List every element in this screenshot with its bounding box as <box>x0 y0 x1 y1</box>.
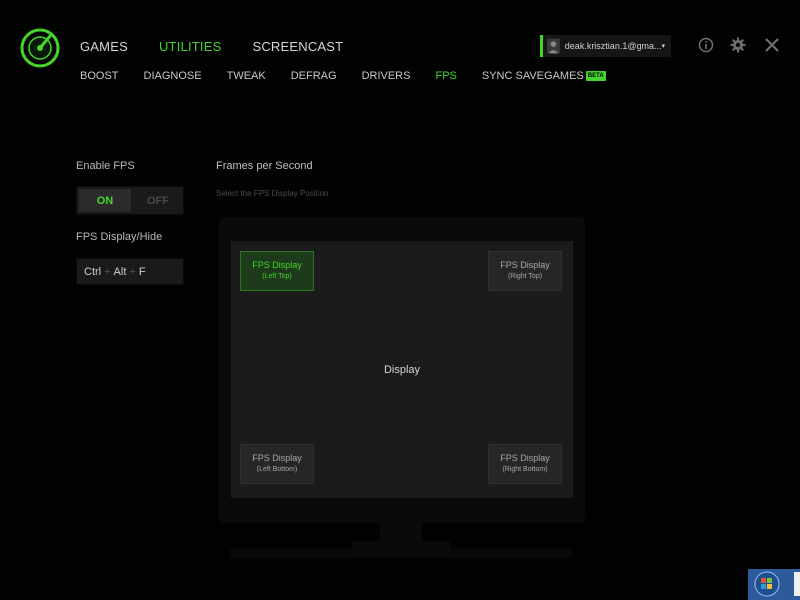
position-title: FPS Display <box>500 453 550 463</box>
hotkey-key-alt: Alt <box>113 265 127 278</box>
account-dropdown[interactable]: deak.krisztian.1@gma... ▾ <box>540 35 671 57</box>
fps-position-left-bottom[interactable]: FPS Display (Left Bottom) <box>240 444 314 484</box>
enable-fps-toggle[interactable]: ON OFF <box>76 186 184 215</box>
enable-fps-label: Enable FPS <box>76 160 135 172</box>
subnav-tweak[interactable]: TWEAK <box>227 70 266 82</box>
fps-panel-title: Frames per Second <box>216 160 313 172</box>
hotkey-separator: + <box>129 265 136 278</box>
subnav-drivers[interactable]: DRIVERS <box>362 70 411 82</box>
info-icon[interactable] <box>698 37 714 53</box>
position-subtitle: (Left Top) <box>262 273 292 280</box>
nav-games[interactable]: GAMES <box>80 39 128 54</box>
windows-start-icon[interactable] <box>754 571 780 597</box>
user-avatar-icon <box>547 38 560 54</box>
subnav-diagnose[interactable]: DIAGNOSE <box>144 70 202 82</box>
hotkey-key-f: F <box>138 265 146 278</box>
subnav-fps[interactable]: FPS <box>435 70 456 82</box>
subnav-sync-savegames[interactable]: SYNC SAVEGAMES BETA <box>482 70 606 82</box>
taskbar-tray-icon[interactable] <box>794 572 800 596</box>
fps-hotkey-field[interactable]: Ctrl + Alt + F <box>76 258 184 285</box>
subnav-sync-savegames-label: SYNC SAVEGAMES <box>481 70 584 82</box>
subnav-defrag[interactable]: DEFRAG <box>291 70 337 82</box>
position-subtitle: (Right Bottom) <box>502 466 548 473</box>
fps-panel-subtitle: Select the FPS Display Position <box>216 189 329 198</box>
beta-badge: BETA <box>585 71 606 81</box>
position-subtitle: (Left Bottom) <box>256 466 298 473</box>
sub-nav: BOOST DIAGNOSE TWEAK DEFRAG DRIVERS FPS … <box>80 70 631 82</box>
fps-position-left-top[interactable]: FPS Display (Left Top) <box>240 251 314 291</box>
monitor-neck <box>380 523 422 541</box>
toggle-off[interactable]: OFF <box>133 187 183 214</box>
main-nav: GAMES UTILITIES SCREENCAST <box>80 39 374 54</box>
settings-gear-icon[interactable] <box>730 37 746 53</box>
toggle-on[interactable]: ON <box>79 189 131 212</box>
hotkey-separator: + <box>104 265 111 278</box>
chevron-down-icon: ▾ <box>661 43 665 50</box>
hotkey-key-ctrl: Ctrl <box>84 265 102 278</box>
close-icon[interactable] <box>764 37 780 53</box>
position-subtitle: (Right Top) <box>507 273 543 280</box>
monitor-base <box>352 541 450 555</box>
fps-hotkey-label: FPS Display/Hide <box>76 231 163 243</box>
nav-screencast[interactable]: SCREENCAST <box>252 39 343 54</box>
position-title: FPS Display <box>252 453 302 463</box>
position-title: FPS Display <box>252 260 302 270</box>
display-label: Display <box>383 364 421 376</box>
nav-utilities[interactable]: UTILITIES <box>159 39 221 54</box>
razer-cortex-logo <box>20 28 60 68</box>
fps-position-right-top[interactable]: FPS Display (Right Top) <box>488 251 562 291</box>
position-title: FPS Display <box>500 260 550 270</box>
fps-position-right-bottom[interactable]: FPS Display (Right Bottom) <box>488 444 562 484</box>
subnav-boost[interactable]: BOOST <box>80 70 119 82</box>
account-email: deak.krisztian.1@gma... <box>564 41 662 51</box>
